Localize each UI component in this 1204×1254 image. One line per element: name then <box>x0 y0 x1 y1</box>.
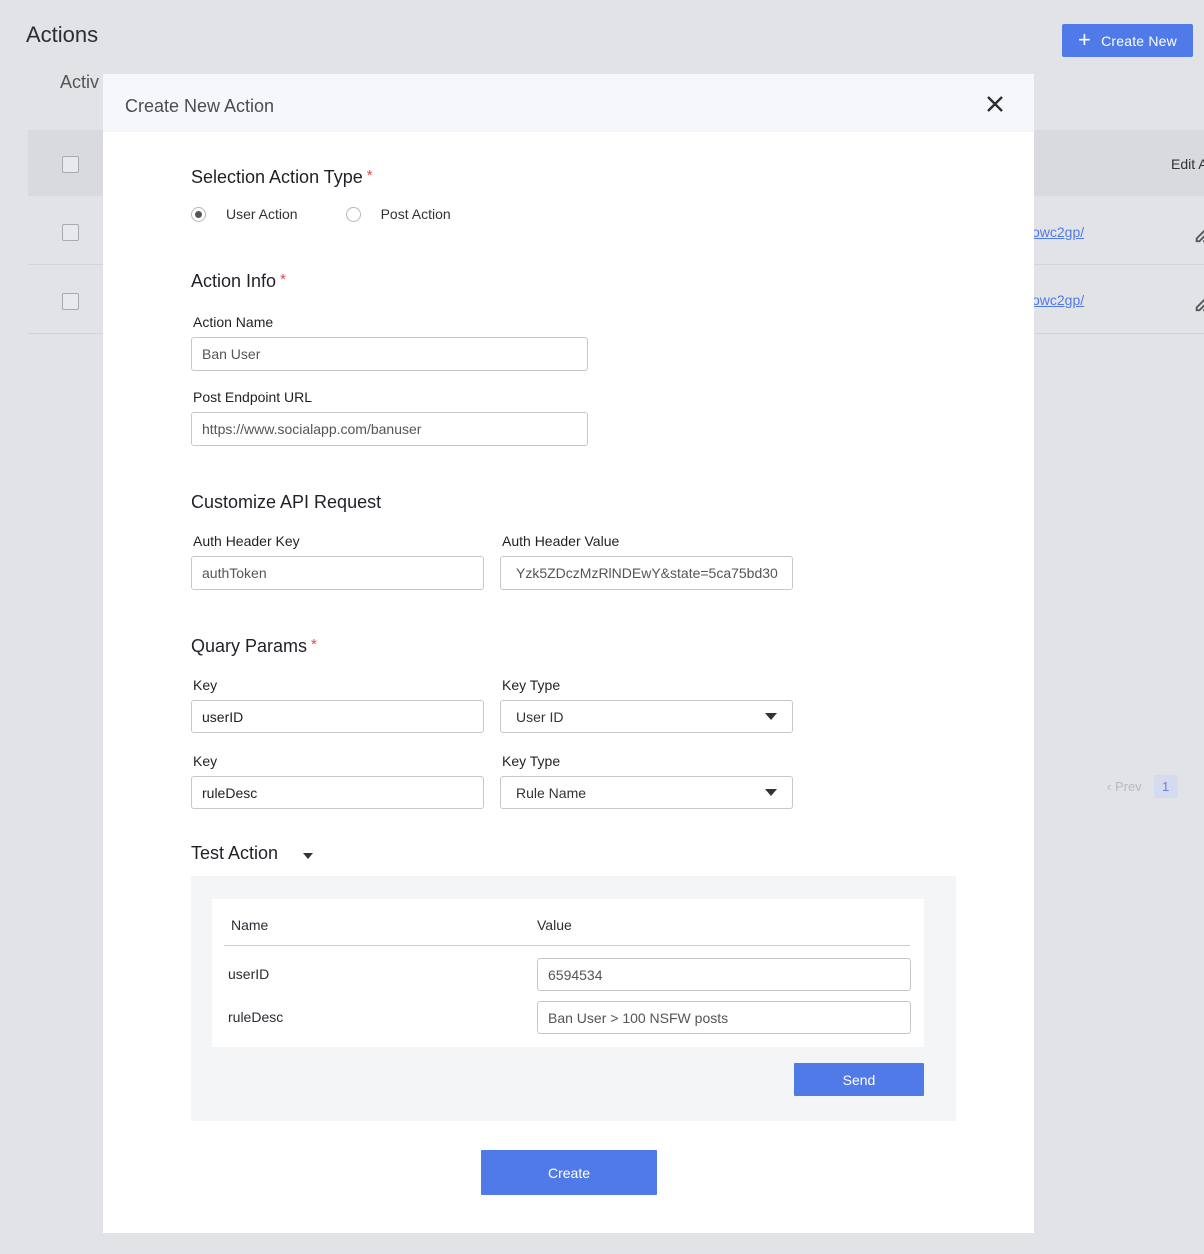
action-info-heading-text: Action Info <box>191 271 277 291</box>
api-request-heading: Customize API Request <box>191 492 382 512</box>
row-checkbox[interactable] <box>62 224 79 241</box>
tab-active[interactable]: Activ <box>60 72 99 93</box>
action-type-radio-group: User Action Post Action <box>191 206 451 222</box>
edit-icon[interactable] <box>1193 291 1204 313</box>
prev-page-button[interactable]: ‹ Prev <box>1107 779 1142 794</box>
action-type-heading-text: Selection Action Type <box>191 167 363 187</box>
auth-key-label: Auth Header Key <box>193 533 300 549</box>
auth-value-input[interactable] <box>500 556 793 590</box>
chevron-down-icon <box>765 789 777 796</box>
action-name-input[interactable] <box>191 337 588 371</box>
create-new-button[interactable]: + Create New <box>1062 24 1193 57</box>
test-action-panel: Name Value userID ruleDesc Send <box>191 876 956 1121</box>
send-button[interactable]: Send <box>794 1063 924 1096</box>
action-info-heading: Action Info * <box>191 271 286 292</box>
key-label: Key <box>193 753 218 769</box>
test-action-heading: Test Action <box>191 843 279 863</box>
radio-user-action[interactable]: User Action <box>191 206 298 222</box>
key-input[interactable] <box>191 776 484 809</box>
key-type-select[interactable]: Rule Name <box>500 776 793 809</box>
endpoint-url-input[interactable] <box>191 412 588 446</box>
create-action-modal: Create New Action Selection Action Type *… <box>103 74 1034 1233</box>
query-params-heading: Quary Params * <box>191 636 317 657</box>
row-link[interactable]: owc2gp/ <box>1032 224 1084 240</box>
query-params-heading-text: Quary Params <box>191 636 308 656</box>
pagination: ‹ Prev 1 <box>1107 775 1178 798</box>
chevron-down-icon <box>303 852 314 859</box>
radio-label: User Action <box>226 206 298 222</box>
column-header-value: Value <box>537 917 572 933</box>
key-type-value: User ID <box>516 708 564 725</box>
key-type-select[interactable]: User ID <box>500 700 793 733</box>
radio-button[interactable] <box>345 206 361 222</box>
column-header-name: Name <box>231 917 269 933</box>
row-checkbox[interactable] <box>62 293 79 310</box>
key-type-label: Key Type <box>502 753 561 769</box>
param-value-input[interactable] <box>537 1001 911 1034</box>
required-marker: * <box>280 271 286 288</box>
create-new-label: Create New <box>1101 32 1177 49</box>
page-title: Actions <box>26 22 99 47</box>
row-link[interactable]: owc2gp/ <box>1032 292 1084 308</box>
chevron-down-icon <box>765 713 777 720</box>
key-label: Key <box>193 677 218 693</box>
radio-label: Post Action <box>380 206 451 222</box>
create-button[interactable]: Create <box>481 1150 657 1195</box>
modal-header: Create New Action <box>103 74 1034 132</box>
plus-icon: + <box>1078 26 1092 52</box>
endpoint-url-label: Post Endpoint URL <box>193 389 313 405</box>
action-name-label: Action Name <box>193 314 274 330</box>
radio-post-action[interactable]: Post Action <box>345 206 451 222</box>
param-name: ruleDesc <box>228 1009 284 1025</box>
page-number-button[interactable]: 1 <box>1153 775 1178 798</box>
param-name: userID <box>228 966 270 982</box>
auth-value-label: Auth Header Value <box>502 533 620 549</box>
required-marker: * <box>366 167 373 184</box>
key-input[interactable] <box>191 700 484 733</box>
edit-column-header: Edit A <box>1171 156 1204 172</box>
action-type-heading: Selection Action Type * <box>191 167 373 188</box>
select-all-checkbox[interactable] <box>62 156 79 173</box>
required-marker: * <box>311 636 317 653</box>
header-divider <box>224 945 910 946</box>
key-type-value: Rule Name <box>516 784 587 801</box>
close-icon[interactable] <box>985 94 1005 114</box>
edit-icon[interactable] <box>1193 222 1204 244</box>
test-action-toggle[interactable]: Test Action <box>191 843 314 864</box>
radio-button-selected[interactable] <box>191 206 206 222</box>
auth-key-input[interactable] <box>191 556 484 590</box>
key-type-label: Key Type <box>502 677 561 693</box>
param-value-input[interactable] <box>537 958 911 991</box>
test-params-table: Name Value userID ruleDesc <box>212 899 924 1047</box>
modal-title: Create New Action <box>125 96 275 116</box>
